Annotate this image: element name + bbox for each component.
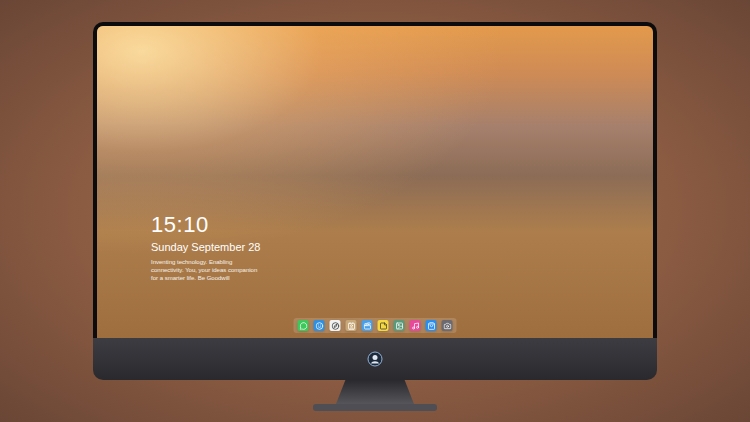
- date: Sunday September 28: [151, 240, 263, 254]
- notes-app-icon[interactable]: [378, 320, 389, 331]
- monitor-chin: [93, 338, 657, 380]
- photos-app-icon[interactable]: [394, 320, 405, 331]
- safari-app-icon[interactable]: [330, 320, 341, 331]
- screen: 15:10 Sunday September 28 Inventing techno…: [97, 26, 653, 338]
- page: 15:10 Sunday September 28 Inventing techno…: [0, 0, 750, 422]
- camera-app-icon[interactable]: [442, 320, 453, 331]
- stand-neck: [336, 380, 414, 404]
- music-app-icon[interactable]: [410, 320, 421, 331]
- monitor: 15:10 Sunday September 28 Inventing techno…: [93, 22, 657, 411]
- finder-app-icon[interactable]: [314, 320, 325, 331]
- time: 15:10: [151, 212, 263, 238]
- messages-app-icon[interactable]: [298, 320, 309, 331]
- monitor-bezel: 15:10 Sunday September 28 Inventing techno…: [93, 22, 657, 338]
- lock-clock: 15:10 Sunday September 28 Inventing techno…: [151, 212, 263, 282]
- appstore-app-icon[interactable]: [426, 320, 437, 331]
- tagline: Inventing technology. Enabling connectiv…: [151, 258, 263, 282]
- stand-base: [313, 404, 437, 411]
- contacts-app-icon[interactable]: [346, 320, 357, 331]
- brand-logo-icon: [367, 351, 383, 367]
- wallpaper-glow: [97, 26, 653, 338]
- movies-app-icon[interactable]: [362, 320, 373, 331]
- dock: [294, 318, 457, 333]
